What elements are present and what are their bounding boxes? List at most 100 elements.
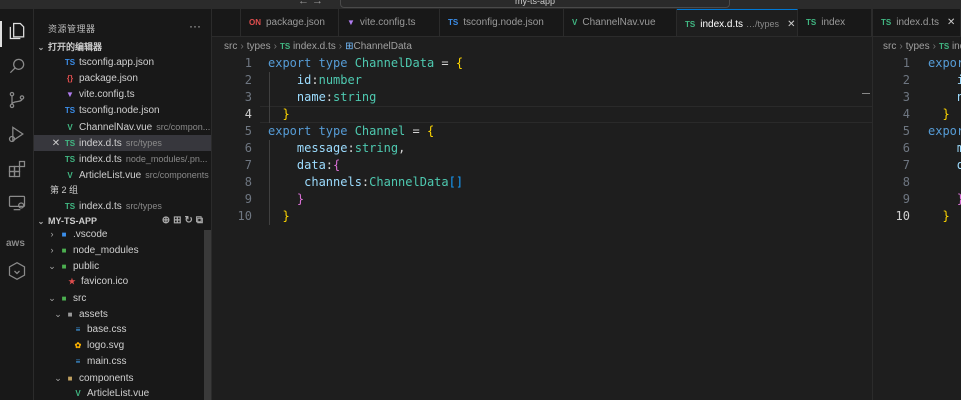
code-line[interactable]: i [928, 72, 961, 89]
line-number: 10 [895, 209, 910, 223]
code-line[interactable]: expor [928, 123, 961, 140]
breadcrumb-symbol[interactable]: ChannelData [354, 41, 412, 52]
code-line[interactable]: } [928, 106, 961, 123]
open-editor-item[interactable]: ▼ vite.config.ts [34, 87, 211, 103]
sidebar-scrollbar[interactable] [204, 230, 211, 400]
json-file-icon: {} [66, 74, 74, 83]
remote-explorer-icon[interactable] [7, 193, 27, 213]
vscode-window: ← → my-ts-app aws 资源管理器 ··· ⌄ 打开的编辑器 TS … [0, 0, 961, 400]
tab-index-d-ts-right[interactable]: TS index.d.ts ✕ [872, 9, 961, 36]
open-editor-item[interactable]: TS tsconfig.app.json [34, 55, 211, 71]
code-area[interactable]: export type ChannelData = { id:number na… [268, 55, 463, 225]
code-token: number [318, 73, 362, 87]
code-token: : [311, 73, 319, 87]
search-icon[interactable] [7, 56, 27, 76]
code-token: = [405, 124, 427, 138]
code-line[interactable] [928, 174, 961, 191]
open-editor-item[interactable]: TS tsconfig.node.json [34, 103, 211, 119]
code-line[interactable]: } [268, 191, 463, 208]
refresh-icon[interactable]: ↻ [184, 215, 195, 226]
tab-channelnav-vue[interactable]: V ChannelNav.vue [564, 9, 677, 36]
breadcrumb-file[interactable]: index.d.ts [293, 41, 336, 52]
tree-item-file[interactable]: ≡ main.css [34, 354, 211, 370]
extensions-icon[interactable] [7, 159, 27, 179]
close-icon[interactable]: ✕ [50, 136, 62, 151]
ts-declaration-icon: TS [685, 20, 696, 29]
tab-index[interactable]: TS index [798, 9, 872, 36]
code-token: d [928, 158, 961, 172]
code-line[interactable]: channels:ChannelData[] [268, 174, 463, 191]
open-editor-item[interactable]: V ArticleList.vue src/components [34, 167, 211, 183]
open-editor-item[interactable]: {} package.json [34, 71, 211, 87]
code-line[interactable]: } [928, 191, 961, 208]
tree-item-folder[interactable]: ⌄ ■ components [34, 370, 211, 386]
code-token: string [333, 90, 377, 104]
code-line[interactable]: name:string [268, 89, 463, 106]
ts-declaration-icon: TS [64, 155, 76, 164]
tab-partial[interactable] [212, 9, 241, 36]
breadcrumb-types[interactable]: types [906, 41, 930, 52]
new-folder-icon[interactable]: ⊞ [173, 215, 184, 226]
close-icon[interactable]: ✕ [947, 17, 955, 28]
tree-item-folder[interactable]: › ■ .vscode [34, 226, 211, 242]
code-token: } [928, 107, 950, 121]
vite-file-icon: ▼ [66, 90, 74, 99]
tree-item-folder[interactable]: ⌄ ■ assets [34, 306, 211, 322]
code-line[interactable]: } [268, 208, 463, 225]
code-token: } [928, 209, 950, 223]
breadcrumb-file[interactable]: index.d.ts [952, 41, 961, 52]
breadcrumb-src[interactable]: src [224, 41, 237, 52]
tree-item-folder[interactable]: ⌄ ■ src [34, 290, 211, 306]
code-line[interactable]: d [928, 157, 961, 174]
more-actions-icon[interactable]: ··· [189, 19, 201, 33]
code-line[interactable]: export type Channel = { [268, 123, 463, 140]
vue-file-icon: V [572, 18, 578, 27]
code-token: n [928, 90, 961, 104]
tab-tsconfig-node[interactable]: TS tsconfig.node.json [440, 9, 564, 36]
docker-hex-icon[interactable] [7, 261, 27, 281]
code-line[interactable]: export type ChannelData = { [268, 55, 463, 72]
open-editor-item[interactable]: TS index.d.ts src/types [34, 198, 211, 214]
tree-item-file[interactable]: ★ favicon.ico [34, 274, 211, 290]
explorer-icon[interactable] [7, 21, 27, 41]
tree-item-folder[interactable]: › ■ node_modules [34, 242, 211, 258]
aws-icon[interactable]: aws [6, 238, 25, 249]
tab-vite-config[interactable]: ▼ vite.config.ts [339, 9, 440, 36]
open-editor-item-selected[interactable]: ✕ TS index.d.ts src/types [34, 135, 211, 151]
code-line[interactable]: expor [928, 55, 961, 72]
breadcrumb-src[interactable]: src [883, 41, 896, 52]
open-editors-header[interactable]: ⌄ 打开的编辑器 [34, 39, 211, 55]
chevron-down-icon: ⌄ [37, 43, 45, 52]
tree-item-file[interactable]: ✿ logo.svg [34, 338, 211, 354]
code-line[interactable]: } [928, 208, 961, 225]
tab-package-json[interactable]: ON package.json [241, 9, 339, 36]
new-file-icon[interactable]: ⊕ [162, 215, 173, 226]
code-line[interactable]: m [928, 140, 961, 157]
open-editor-item[interactable]: TS index.d.ts node_modules/.pn... [34, 151, 211, 167]
close-icon[interactable]: ✕ [787, 19, 795, 30]
command-center-search[interactable]: my-ts-app [340, 0, 730, 8]
code-area[interactable]: expor i n } expor m d } } [928, 55, 961, 225]
tab-index-d-ts-active[interactable]: TS index.d.ts …/types ✕ [677, 9, 798, 36]
line-number: 9 [244, 192, 252, 206]
code-line[interactable]: data:{ [268, 157, 463, 174]
collapse-all-icon[interactable]: ⧉ [196, 215, 206, 226]
open-editor-item[interactable]: V ChannelNav.vue src/compon... [34, 119, 211, 135]
code-line[interactable]: message:string, [268, 140, 463, 157]
overview-ruler-mark [862, 93, 870, 94]
code-line[interactable]: id:number [268, 72, 463, 89]
code-line[interactable]: } [268, 106, 463, 123]
editor-pane-left[interactable]: src › types › TS index.d.ts › ⊞ChannelData 1 2 3… [212, 37, 872, 400]
tree-item-folder[interactable]: ⌄ ■ public [34, 258, 211, 274]
code-line[interactable]: n [928, 89, 961, 106]
run-debug-icon[interactable] [7, 124, 27, 144]
line-number: 1 [902, 56, 910, 70]
nav-arrows[interactable]: ← → [298, 0, 323, 7]
public-folder-icon: ■ [61, 262, 67, 271]
tree-item-file[interactable]: V ArticleList.vue [34, 386, 211, 400]
tree-item-file[interactable]: ≡ base.css [34, 322, 211, 338]
breadcrumb-types[interactable]: types [247, 41, 271, 52]
source-control-icon[interactable] [7, 90, 27, 110]
editor-pane-right[interactable]: src›types›TS index.d.ts 1 2 3 4 5 6 7 8 9 10 expo… [872, 37, 961, 400]
ts-declaration-icon: TS [279, 42, 291, 51]
